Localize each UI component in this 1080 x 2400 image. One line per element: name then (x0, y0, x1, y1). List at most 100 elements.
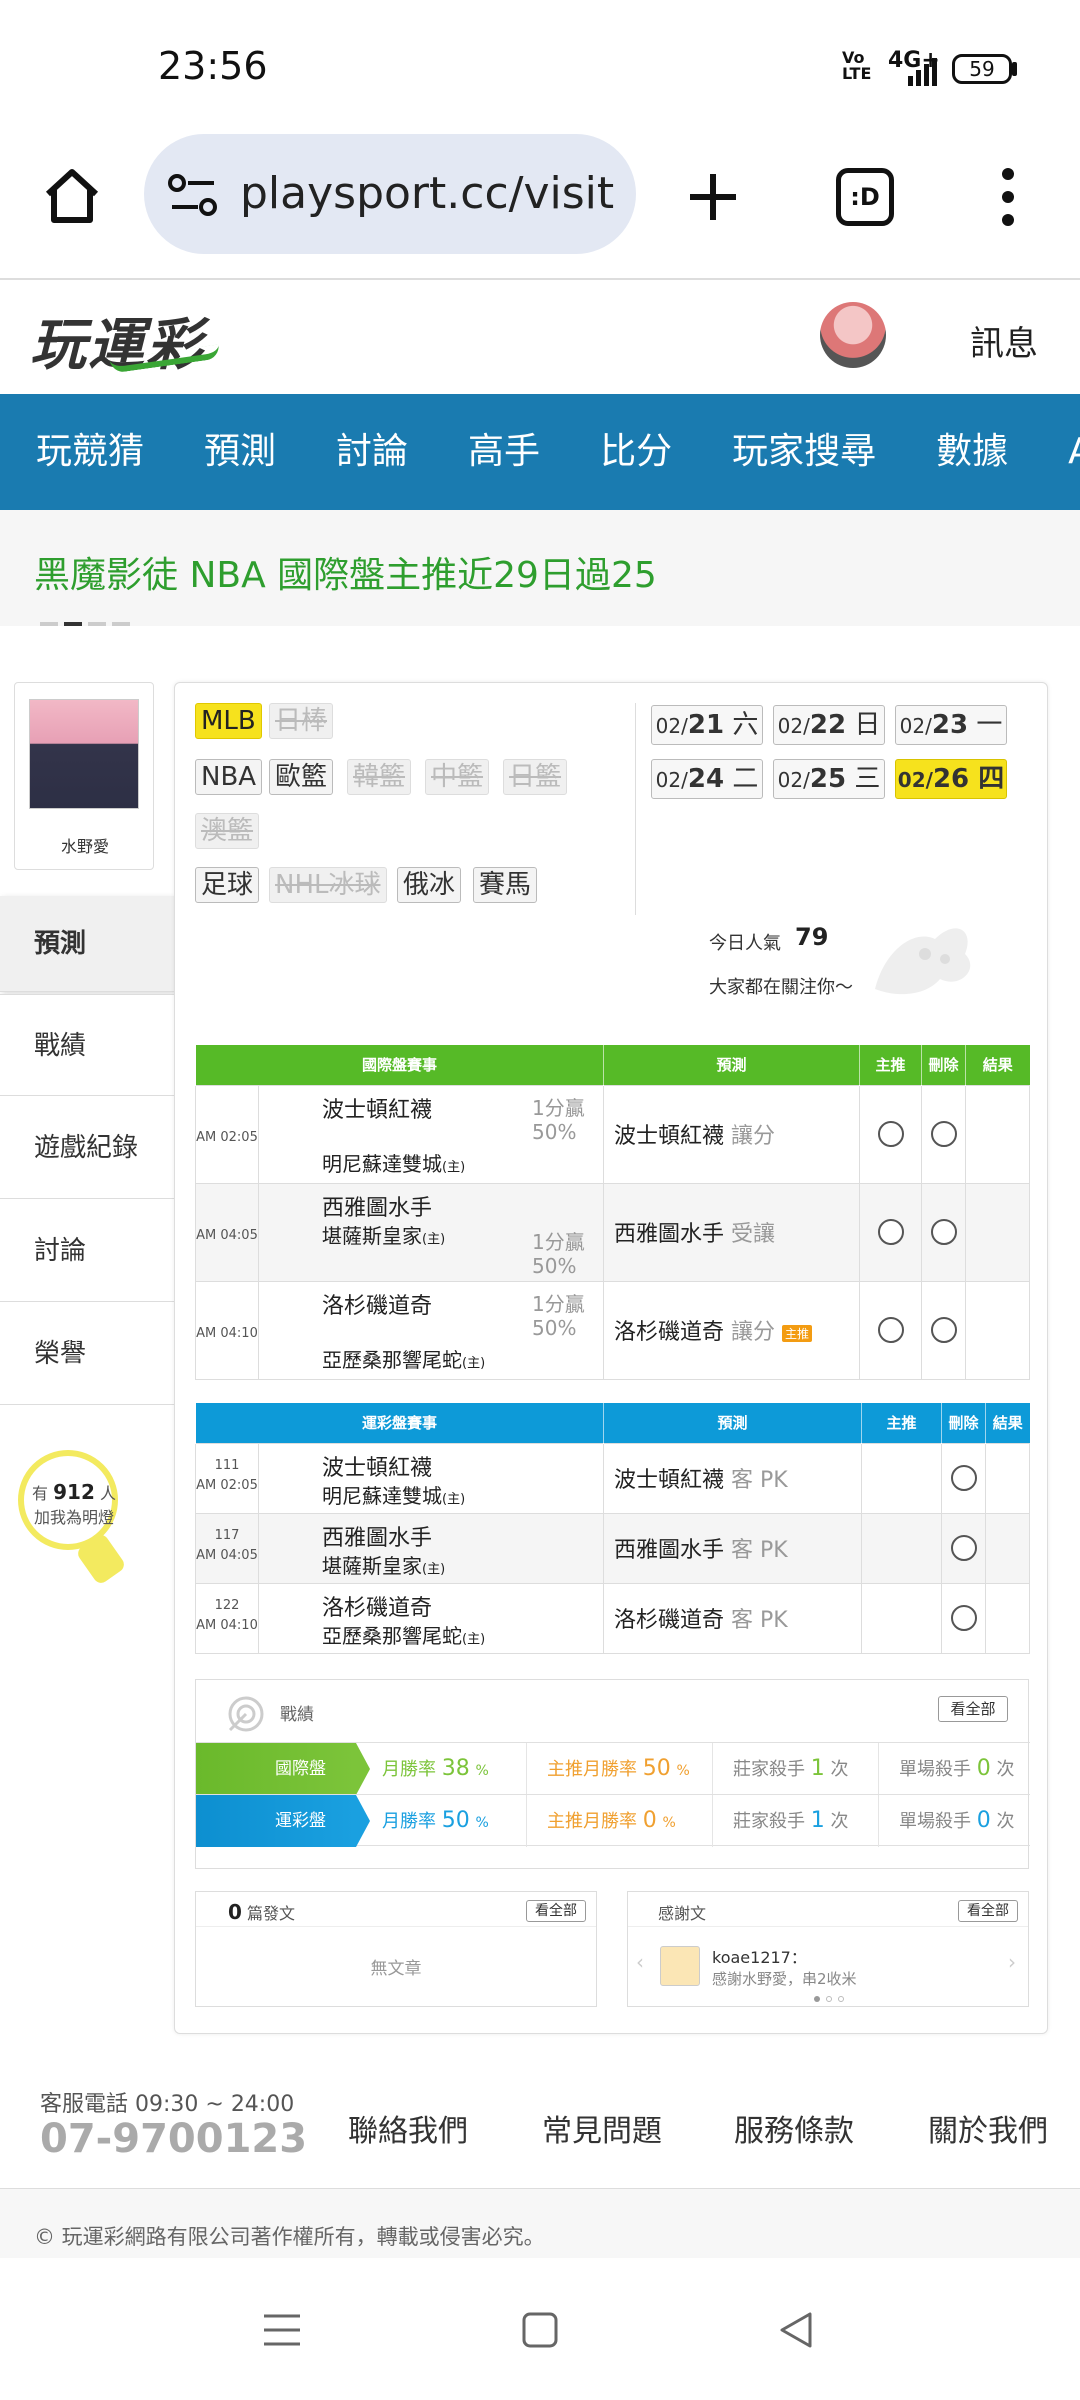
back-icon[interactable] (776, 2310, 816, 2350)
date-button-selected[interactable]: 02/26 四 (895, 759, 1007, 799)
league-chip-euro-basketball[interactable]: 歐籃 (269, 759, 334, 795)
record-view-all-button[interactable]: 看全部 (938, 1696, 1008, 1722)
delete-radio[interactable] (950, 1605, 977, 1631)
home-team[interactable]: 亞歷桑那響尾蛇 (322, 1624, 462, 1648)
home-icon[interactable] (40, 164, 104, 228)
footer-link-contact[interactable]: 聯絡我們 (348, 2106, 468, 2150)
banner-text[interactable]: 黑魔影徒 NBA 國際盤主推近29日過25 (34, 546, 657, 598)
prediction-cell[interactable]: 波士頓紅襪 客 PK (603, 1442, 862, 1514)
user-avatar[interactable] (660, 1946, 700, 1986)
footer-link-about[interactable]: 關於我們 (928, 2106, 1048, 2150)
away-team[interactable]: 洛杉磯道奇 (322, 1590, 432, 1622)
main-pick-cell[interactable] (859, 1084, 922, 1184)
league-chip-soccer[interactable]: 足球 (195, 867, 260, 903)
url-bar[interactable]: playsport.cc/visit (144, 134, 636, 254)
record-row-label: 國際盤 (196, 1743, 356, 1795)
carousel-dot[interactable] (826, 1996, 832, 2002)
date-button[interactable]: 02/21 六 (651, 705, 763, 745)
away-team[interactable]: 波士頓紅襪 (322, 1092, 432, 1124)
league-chip-nba[interactable]: NBA (195, 759, 263, 795)
main-pick-cell[interactable] (859, 1182, 922, 1282)
side-item-game-log[interactable]: 遊戲紀錄 (0, 1097, 174, 1199)
carousel-dot[interactable] (838, 1996, 844, 2002)
delete-radio[interactable] (930, 1317, 957, 1343)
nav-item-scores[interactable]: 比分 (600, 394, 672, 510)
new-tab-icon[interactable] (686, 170, 740, 224)
posts-view-all-button[interactable]: 看全部 (526, 1900, 586, 1922)
delete-cell[interactable] (941, 1582, 986, 1654)
away-team[interactable]: 洛杉磯道奇 (322, 1288, 432, 1320)
date-button[interactable]: 02/22 日 (773, 705, 885, 745)
prediction-cell[interactable]: 洛杉磯道奇 客 PK (603, 1582, 862, 1654)
delete-radio[interactable] (950, 1535, 977, 1561)
delete-radio[interactable] (950, 1465, 977, 1491)
delete-cell[interactable] (921, 1182, 966, 1282)
date-button[interactable]: 02/25 三 (773, 759, 885, 799)
nav-item-data[interactable]: 數據 (936, 394, 1008, 510)
prediction-cell[interactable]: 西雅圖水手 客 PK (603, 1512, 862, 1584)
carousel-dot-active[interactable] (814, 1996, 820, 2002)
bulb-icon[interactable]: 有 912 人 加我為明燈 (18, 1450, 118, 1550)
away-team[interactable]: 西雅圖水手 (322, 1190, 432, 1222)
recent-apps-icon[interactable] (262, 2312, 302, 2348)
league-chip-khl[interactable]: 俄冰 (397, 867, 462, 903)
side-item-predict[interactable]: 預測 (0, 896, 174, 992)
next-arrow-icon[interactable]: › (1008, 1950, 1016, 1974)
prediction-cell[interactable]: 西雅圖水手 受讓 (603, 1182, 860, 1282)
banner-dot[interactable] (112, 622, 130, 626)
prev-arrow-icon[interactable]: ‹ (636, 1950, 644, 1974)
nav-item-app[interactable]: APP (1068, 394, 1080, 510)
footer-link-terms[interactable]: 服務條款 (734, 2106, 854, 2150)
date-button[interactable]: 02/24 二 (651, 759, 763, 799)
home-nav-icon[interactable] (520, 2310, 560, 2350)
delete-cell[interactable] (921, 1280, 966, 1380)
profile-card[interactable]: 水野愛 (14, 682, 154, 870)
nav-item-predict[interactable]: 預測 (204, 394, 276, 510)
more-menu-icon[interactable] (996, 166, 1020, 228)
date-button[interactable]: 02/23 一 (895, 705, 1007, 745)
nav-item-guess[interactable]: 玩競猜 (36, 394, 144, 510)
profile-name[interactable]: 水野愛 (15, 833, 155, 857)
nav-item-forum[interactable]: 討論 (336, 394, 408, 510)
main-pick-radio[interactable] (877, 1219, 904, 1245)
away-team[interactable]: 波士頓紅襪 (322, 1450, 432, 1482)
footer-link-faq[interactable]: 常見問題 (542, 2106, 662, 2150)
home-team[interactable]: 明尼蘇達雙城 (322, 1484, 442, 1508)
delete-radio[interactable] (930, 1219, 957, 1245)
avatar[interactable] (820, 302, 886, 368)
thanks-message[interactable]: 感謝水野愛，串2收米 (712, 1968, 857, 1989)
side-item-forum[interactable]: 討論 (0, 1200, 174, 1302)
thanks-view-all-button[interactable]: 看全部 (958, 1900, 1018, 1922)
home-team[interactable]: 亞歷桑那響尾蛇 (322, 1348, 462, 1372)
league-chip-horse-racing[interactable]: 賽馬 (473, 867, 538, 903)
side-item-record[interactable]: 戰績 (0, 994, 174, 1096)
delete-cell[interactable] (941, 1442, 986, 1514)
profile-avatar[interactable] (29, 699, 139, 809)
home-team[interactable]: 堪薩斯皇家 (322, 1554, 422, 1578)
home-team[interactable]: 堪薩斯皇家 (322, 1224, 422, 1248)
delete-cell[interactable] (921, 1084, 966, 1184)
banner-dot-active[interactable] (64, 622, 82, 626)
home-team[interactable]: 明尼蘇達雙城 (322, 1152, 442, 1176)
main-pick-radio[interactable] (877, 1317, 904, 1343)
prediction-cell[interactable]: 洛杉磯道奇 讓分 主推 (603, 1280, 860, 1380)
service-phone[interactable]: 07-9700123 (40, 2116, 307, 2162)
delete-cell[interactable] (941, 1512, 986, 1584)
away-team[interactable]: 西雅圖水手 (322, 1520, 432, 1552)
main-pick-cell[interactable] (859, 1280, 922, 1380)
league-chip-mlb[interactable]: MLB (195, 703, 262, 739)
nav-item-experts[interactable]: 高手 (468, 394, 540, 510)
side-item-honors[interactable]: 榮譽 (0, 1303, 174, 1405)
prediction-cell[interactable]: 波士頓紅襪 讓分 (603, 1084, 860, 1184)
banner-dot[interactable] (88, 622, 106, 626)
nav-item-player-search[interactable]: 玩家搜尋 (732, 394, 876, 510)
messages-link[interactable]: 訊息 (970, 316, 1038, 365)
delete-radio[interactable] (930, 1121, 957, 1147)
site-settings-icon[interactable] (168, 172, 218, 218)
thanks-user[interactable]: koae1217： (712, 1944, 807, 1968)
url-text[interactable]: playsport.cc/visit (240, 168, 614, 219)
news-banner[interactable]: 黑魔影徒 NBA 國際盤主推近29日過25 (0, 510, 1080, 626)
tabs-button[interactable]: :D (836, 168, 894, 226)
main-pick-radio[interactable] (877, 1121, 904, 1147)
banner-dot[interactable] (40, 622, 58, 626)
